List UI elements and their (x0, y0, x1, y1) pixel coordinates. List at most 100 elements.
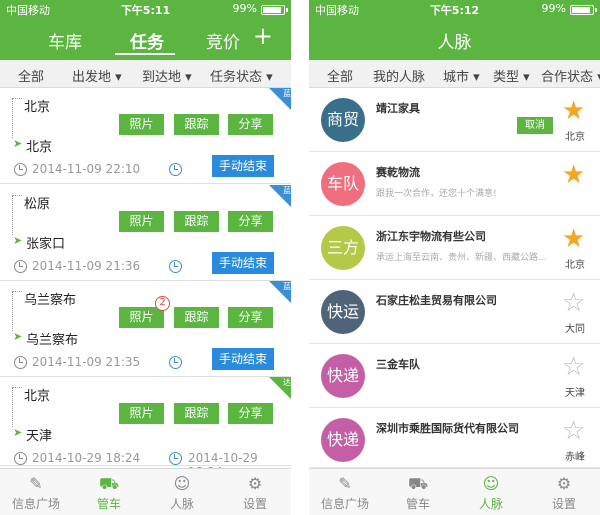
contacts-screen: 中国移动 下午5:12 99% 人脉 全部 我的人脉 城市 ▾ 类型 ▾ 合作状… (309, 0, 600, 515)
avatar: 三方 (321, 226, 365, 270)
bottom-tab-label: 信息广场 (320, 497, 369, 511)
person-icon: ☺ (482, 474, 500, 493)
add-icon[interactable]: + (253, 22, 273, 50)
avatar: 商贸 (321, 98, 365, 142)
bottom-tab-label: 信息广场 (11, 497, 60, 511)
tab-tasks[interactable]: 任务 (130, 28, 164, 53)
page-title: 人脉 (437, 33, 472, 53)
filter-all[interactable]: 全部 (327, 66, 353, 85)
contact-name: 三金车队 (376, 358, 420, 371)
filter-status[interactable]: 任务状态 ▾ (210, 66, 273, 85)
bottom-tab-label: 人脉 (169, 497, 194, 511)
avatar: 车队 (321, 162, 365, 206)
task-row[interactable]: 乌兰察布 ➤ 乌兰察布 照片 跟踪 分享 2 2014-11-09 21:35 手动结束蓝 (0, 281, 291, 377)
status-corner-badge: 蓝 (269, 88, 291, 110)
status-corner-label: 达 (283, 378, 291, 387)
person-icon: ☺ (173, 474, 191, 493)
filter-city[interactable]: 城市 ▾ (443, 66, 480, 85)
manual-end-button[interactable]: 手动结束 (212, 155, 274, 177)
photo-button[interactable]: 照片 (119, 307, 164, 328)
share-button[interactable]: 分享 (228, 114, 273, 135)
photo-button[interactable]: 照片 (119, 211, 164, 232)
filter-destination[interactable]: 到达地 ▾ (142, 66, 192, 85)
favorite-star-icon[interactable]: ★ (562, 226, 585, 252)
filter-all[interactable]: 全部 (18, 66, 44, 85)
destination-city: 北京 (26, 140, 53, 155)
track-button[interactable]: 跟踪 (174, 114, 219, 135)
gear-icon: ⚙ (247, 474, 263, 493)
clock-icon (169, 452, 182, 465)
favorite-star-icon[interactable]: ★ (562, 98, 585, 124)
filter-my-contacts[interactable]: 我的人脉 (373, 66, 425, 85)
destination-city: 天津 (26, 429, 53, 444)
contact-description: 承运上海至云南、贵州、新疆、西藏公路... (376, 253, 547, 263)
photo-button[interactable]: 照片 (119, 403, 164, 424)
favorite-star-icon[interactable]: ★ (562, 162, 585, 188)
contact-city: 大同 (565, 324, 585, 335)
contact-row[interactable]: 商贸 靖江家具 ★ 北京 取消 (309, 88, 600, 152)
destination-city: 张家口 (26, 237, 66, 252)
destination-city: 乌兰察布 (26, 333, 79, 348)
bottom-tab-label: 设置 (242, 497, 267, 511)
bottom-tab-item[interactable]: ⚙ 设置 (219, 469, 291, 515)
favorite-star-icon[interactable]: ☆ (562, 354, 585, 380)
filter-coop-status[interactable]: 合作状态 ▾ (541, 66, 600, 85)
bottom-tab-item[interactable]: ☺ 人脉 (455, 469, 527, 515)
tab-bidding[interactable]: 竞价 (206, 28, 240, 53)
task-row[interactable]: 松原 ➤ 张家口 照片 跟踪 分享 2014-11-09 21:36 手动结束 蓝 (0, 185, 291, 281)
favorite-star-icon[interactable]: ☆ (562, 418, 585, 444)
task-row[interactable]: 北京➤天津照片跟踪分享2014-10-29 18:242014-10-29 18… (0, 377, 291, 479)
avatar: 快递 (321, 354, 365, 398)
track-button[interactable]: 跟踪 (174, 211, 219, 232)
status-corner-label: 蓝 (283, 186, 291, 195)
filter-origin[interactable]: 出发地 ▾ (72, 66, 122, 85)
tab-garage[interactable]: 车库 (48, 28, 82, 53)
task-time: 2014-10-29 18:24 (32, 451, 141, 465)
bottom-tab-item[interactable]: ⛟ 管车 (382, 469, 454, 515)
photo-count-badge: 2 (155, 296, 170, 311)
contact-row[interactable]: 车队 赛乾物流 跟我一次合作，还您十个满意! ★ (309, 152, 600, 216)
contact-description: 跟我一次合作，还您十个满意! (376, 189, 497, 199)
contact-row[interactable]: 三方 浙江东宇物流有些公司 承运上海至云南、贵州、新疆、西藏公路... ★ 北京 (309, 216, 600, 280)
share-button[interactable]: 分享 (228, 211, 273, 232)
status-corner-label: 蓝 (283, 89, 291, 98)
status-corner-badge: 达 (269, 377, 291, 399)
top-nav: 车库 任务 竞价 + (0, 18, 291, 60)
task-row[interactable]: 北京 ➤ 北京 照片 跟踪 分享 2014-11-09 22:10 手动结束蓝 (0, 88, 291, 184)
filter-type[interactable]: 类型 ▾ (493, 66, 530, 85)
contact-city: 赤峰 (565, 452, 585, 463)
bottom-tab-item[interactable]: ✎ 信息广场 (0, 469, 72, 515)
track-button[interactable]: 跟踪 (174, 307, 219, 328)
avatar: 快递 (321, 418, 365, 462)
share-button[interactable]: 分享 (228, 403, 273, 424)
cancel-button[interactable]: 取消 (517, 117, 553, 134)
bottom-tab-item[interactable]: ⚙ 设置 (528, 469, 600, 515)
task-time: 2014-11-09 21:35 (32, 355, 141, 369)
track-button[interactable]: 跟踪 (174, 403, 219, 424)
photo-button[interactable]: 照片 (119, 114, 164, 135)
bottom-tab-item[interactable]: ✎ 信息广场 (309, 469, 381, 515)
manual-end-button[interactable]: 手动结束 (212, 252, 274, 274)
origin-city: 北京 (24, 389, 51, 404)
route-line (12, 98, 22, 138)
contact-row[interactable]: 快递 深圳市乘胜国际货代有限公司 ☆ 赤峰 (309, 408, 600, 468)
contact-row[interactable]: 快运 石家庄松圭贸易有限公司 ☆ 大同 (309, 280, 600, 344)
task-screen: 中国移动 下午5:11 99% 车库 任务 竞价 + 全部 出发地 ▾ 到达地 … (0, 0, 291, 515)
filter-bar: 全部 我的人脉 城市 ▾ 类型 ▾ 合作状态 ▾ (309, 60, 600, 88)
avatar: 快运 (321, 290, 365, 334)
bottom-tab-item[interactable]: ⛟ 管车 (73, 469, 145, 515)
status-bar: 中国移动 下午5:12 99% (309, 0, 600, 18)
share-button[interactable]: 分享 (228, 307, 273, 328)
route-arrow-icon: ➤ (13, 234, 23, 247)
manual-end-button[interactable]: 手动结束 (212, 348, 274, 370)
megaphone-icon: ✎ (29, 474, 43, 493)
status-corner-badge: 蓝 (269, 281, 291, 303)
route-line (12, 291, 22, 331)
bottom-tab-item[interactable]: ☺ 人脉 (146, 469, 218, 515)
route-arrow-icon: ➤ (13, 330, 23, 343)
favorite-star-icon[interactable]: ☆ (562, 290, 585, 316)
truck-icon: ⛟ (408, 474, 429, 493)
origin-city: 北京 (24, 100, 51, 115)
contact-row[interactable]: 快递 三金车队 ☆ 天津 (309, 344, 600, 408)
route-line (12, 195, 22, 235)
